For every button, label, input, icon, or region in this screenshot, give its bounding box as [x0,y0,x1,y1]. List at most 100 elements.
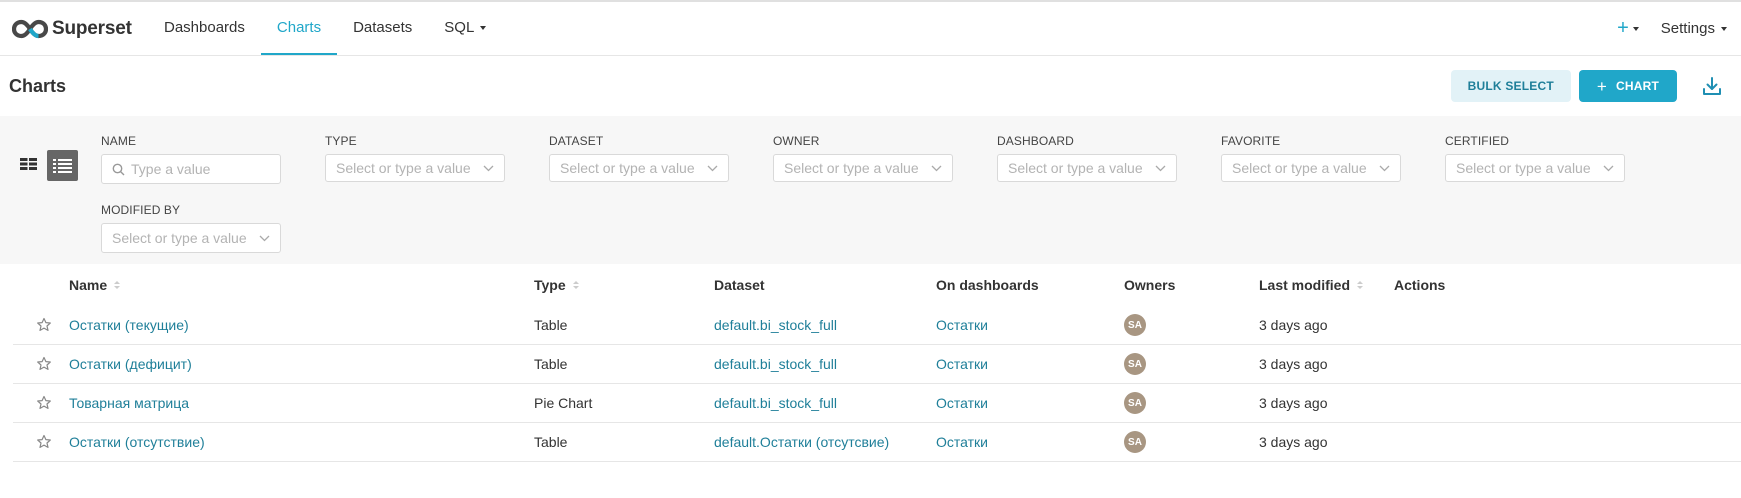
column-header-label: Last modified [1259,277,1351,293]
dataset-select[interactable]: Select or type a value [549,154,729,182]
star-icon[interactable] [13,317,69,333]
brand-name: Superset [52,17,132,39]
star-icon[interactable] [13,395,69,411]
dataset-link[interactable]: default.bi_stock_full [714,356,936,372]
search-icon [112,163,125,176]
dashboard-link[interactable]: Остатки [936,317,1124,333]
type-select[interactable]: Select or type a value [325,154,505,182]
dashboard-link[interactable]: Остатки [936,356,1124,372]
filter-label: CERTIFIED [1445,134,1510,148]
column-header-actions: Actions [1394,277,1494,293]
brand-logo[interactable]: Superset [0,18,146,40]
avatar[interactable]: SA [1124,392,1146,414]
last-modified: 3 days ago [1259,317,1328,333]
avatar[interactable]: SA [1124,431,1146,453]
card-view-icon[interactable] [13,150,44,181]
download-icon[interactable] [1701,75,1723,97]
chart-type: Pie Chart [534,395,593,411]
chevron-down-icon [1603,165,1614,172]
chart-type: Table [534,356,568,372]
nav-charts-label: Charts [276,19,322,36]
placeholder: Select or type a value [112,230,247,246]
table-row: Остатки (отсутствие) Table default.Остат… [13,423,1741,462]
dashboard-select[interactable]: Select or type a value [997,154,1177,182]
name-search-input[interactable]: Type a value [101,154,281,184]
column-header-label: Owners [1124,277,1176,293]
sort-icon [114,281,121,289]
avatar[interactable]: SA [1124,314,1146,336]
sort-icon [1357,281,1364,289]
nav-charts[interactable]: Charts [260,2,338,55]
owners-cell: SA [1124,314,1259,336]
table-row: Остатки (текущие) Table default.bi_stock… [13,306,1741,345]
table-header-row: Name Type Dataset On dashboards Owners L… [13,264,1741,306]
filter-favorite: FAVORITE Select or type a value [1221,134,1401,182]
dataset-link[interactable]: default.Остатки (отсутсвие) [714,434,936,450]
last-modified: 3 days ago [1259,395,1328,411]
filter-modified-by: MODIFIED BY Select or type a value [101,203,281,253]
chart-name-link[interactable]: Остатки (отсутствие) [69,434,534,450]
column-header-label: Name [69,277,108,293]
filter-label: DATASET [549,134,604,148]
placeholder: Select or type a value [784,160,919,176]
column-header-dataset: Dataset [714,277,936,293]
chevron-down-icon [1379,165,1390,172]
filter-certified: CERTIFIED Select or type a value [1445,134,1625,182]
placeholder: Select or type a value [336,160,471,176]
placeholder: Select or type a value [1008,160,1143,176]
chart-name-link[interactable]: Остатки (текущие) [69,317,534,333]
filter-label: DASHBOARD [997,134,1074,148]
filter-label: TYPE [325,134,357,148]
add-chart-button[interactable]: + CHART [1578,70,1677,102]
dataset-link[interactable]: default.bi_stock_full [714,395,936,411]
top-navbar: Superset Dashboards Charts Datasets SQL … [0,0,1741,56]
nav-sql-label: SQL [444,19,475,36]
nav-sql[interactable]: SQL [428,2,502,55]
column-header-owners: Owners [1124,277,1259,293]
chart-name-link[interactable]: Товарная матрица [69,395,534,411]
owner-select[interactable]: Select or type a value [773,154,953,182]
nav-datasets[interactable]: Datasets [337,2,428,55]
sort-icon [572,281,579,289]
dashboard-link[interactable]: Остатки [936,395,1124,411]
last-modified: 3 days ago [1259,356,1328,372]
favorite-select[interactable]: Select or type a value [1221,154,1401,182]
column-header-last-modified[interactable]: Last modified [1259,277,1394,293]
filter-dataset: DATASET Select or type a value [549,134,729,182]
main-nav: Dashboards Charts Datasets SQL [148,2,502,55]
certified-select[interactable]: Select or type a value [1445,154,1625,182]
chart-name-link[interactable]: Остатки (дефицит) [69,356,534,372]
column-header-type[interactable]: Type [534,277,714,293]
avatar[interactable]: SA [1124,353,1146,375]
page-header: Charts BULK SELECT + CHART [0,56,1741,116]
table-row: Остатки (дефицит) Table default.bi_stock… [13,345,1741,384]
star-icon[interactable] [13,356,69,372]
owners-cell: SA [1124,353,1259,375]
star-icon[interactable] [13,434,69,450]
new-item-menu[interactable]: + [1607,17,1649,40]
column-header-name[interactable]: Name [69,277,534,293]
dataset-link[interactable]: default.bi_stock_full [714,317,936,333]
column-header-dashboards: On dashboards [936,277,1124,293]
column-header-label: Dataset [714,277,765,293]
filter-label: FAVORITE [1221,134,1281,148]
filter-label: OWNER [773,134,820,148]
dashboard-link[interactable]: Остатки [936,434,1124,450]
bulk-select-button[interactable]: BULK SELECT [1450,70,1571,102]
modified-by-select[interactable]: Select or type a value [101,223,281,253]
placeholder: Type a value [131,161,211,177]
chevron-down-icon [707,165,718,172]
caret-down-icon [1632,26,1639,31]
chevron-down-icon [483,165,494,172]
plus-icon: + [1617,17,1629,39]
settings-label: Settings [1660,20,1715,37]
page-title: Charts [9,75,67,96]
filter-owner: OWNER Select or type a value [773,134,953,182]
settings-menu[interactable]: Settings [1649,20,1741,37]
filter-label: MODIFIED BY [101,203,181,217]
chart-type: Table [534,434,568,450]
chevron-down-icon [1155,165,1166,172]
nav-dashboards[interactable]: Dashboards [148,2,261,55]
list-view-icon[interactable] [47,150,78,181]
chevron-down-icon [931,165,942,172]
